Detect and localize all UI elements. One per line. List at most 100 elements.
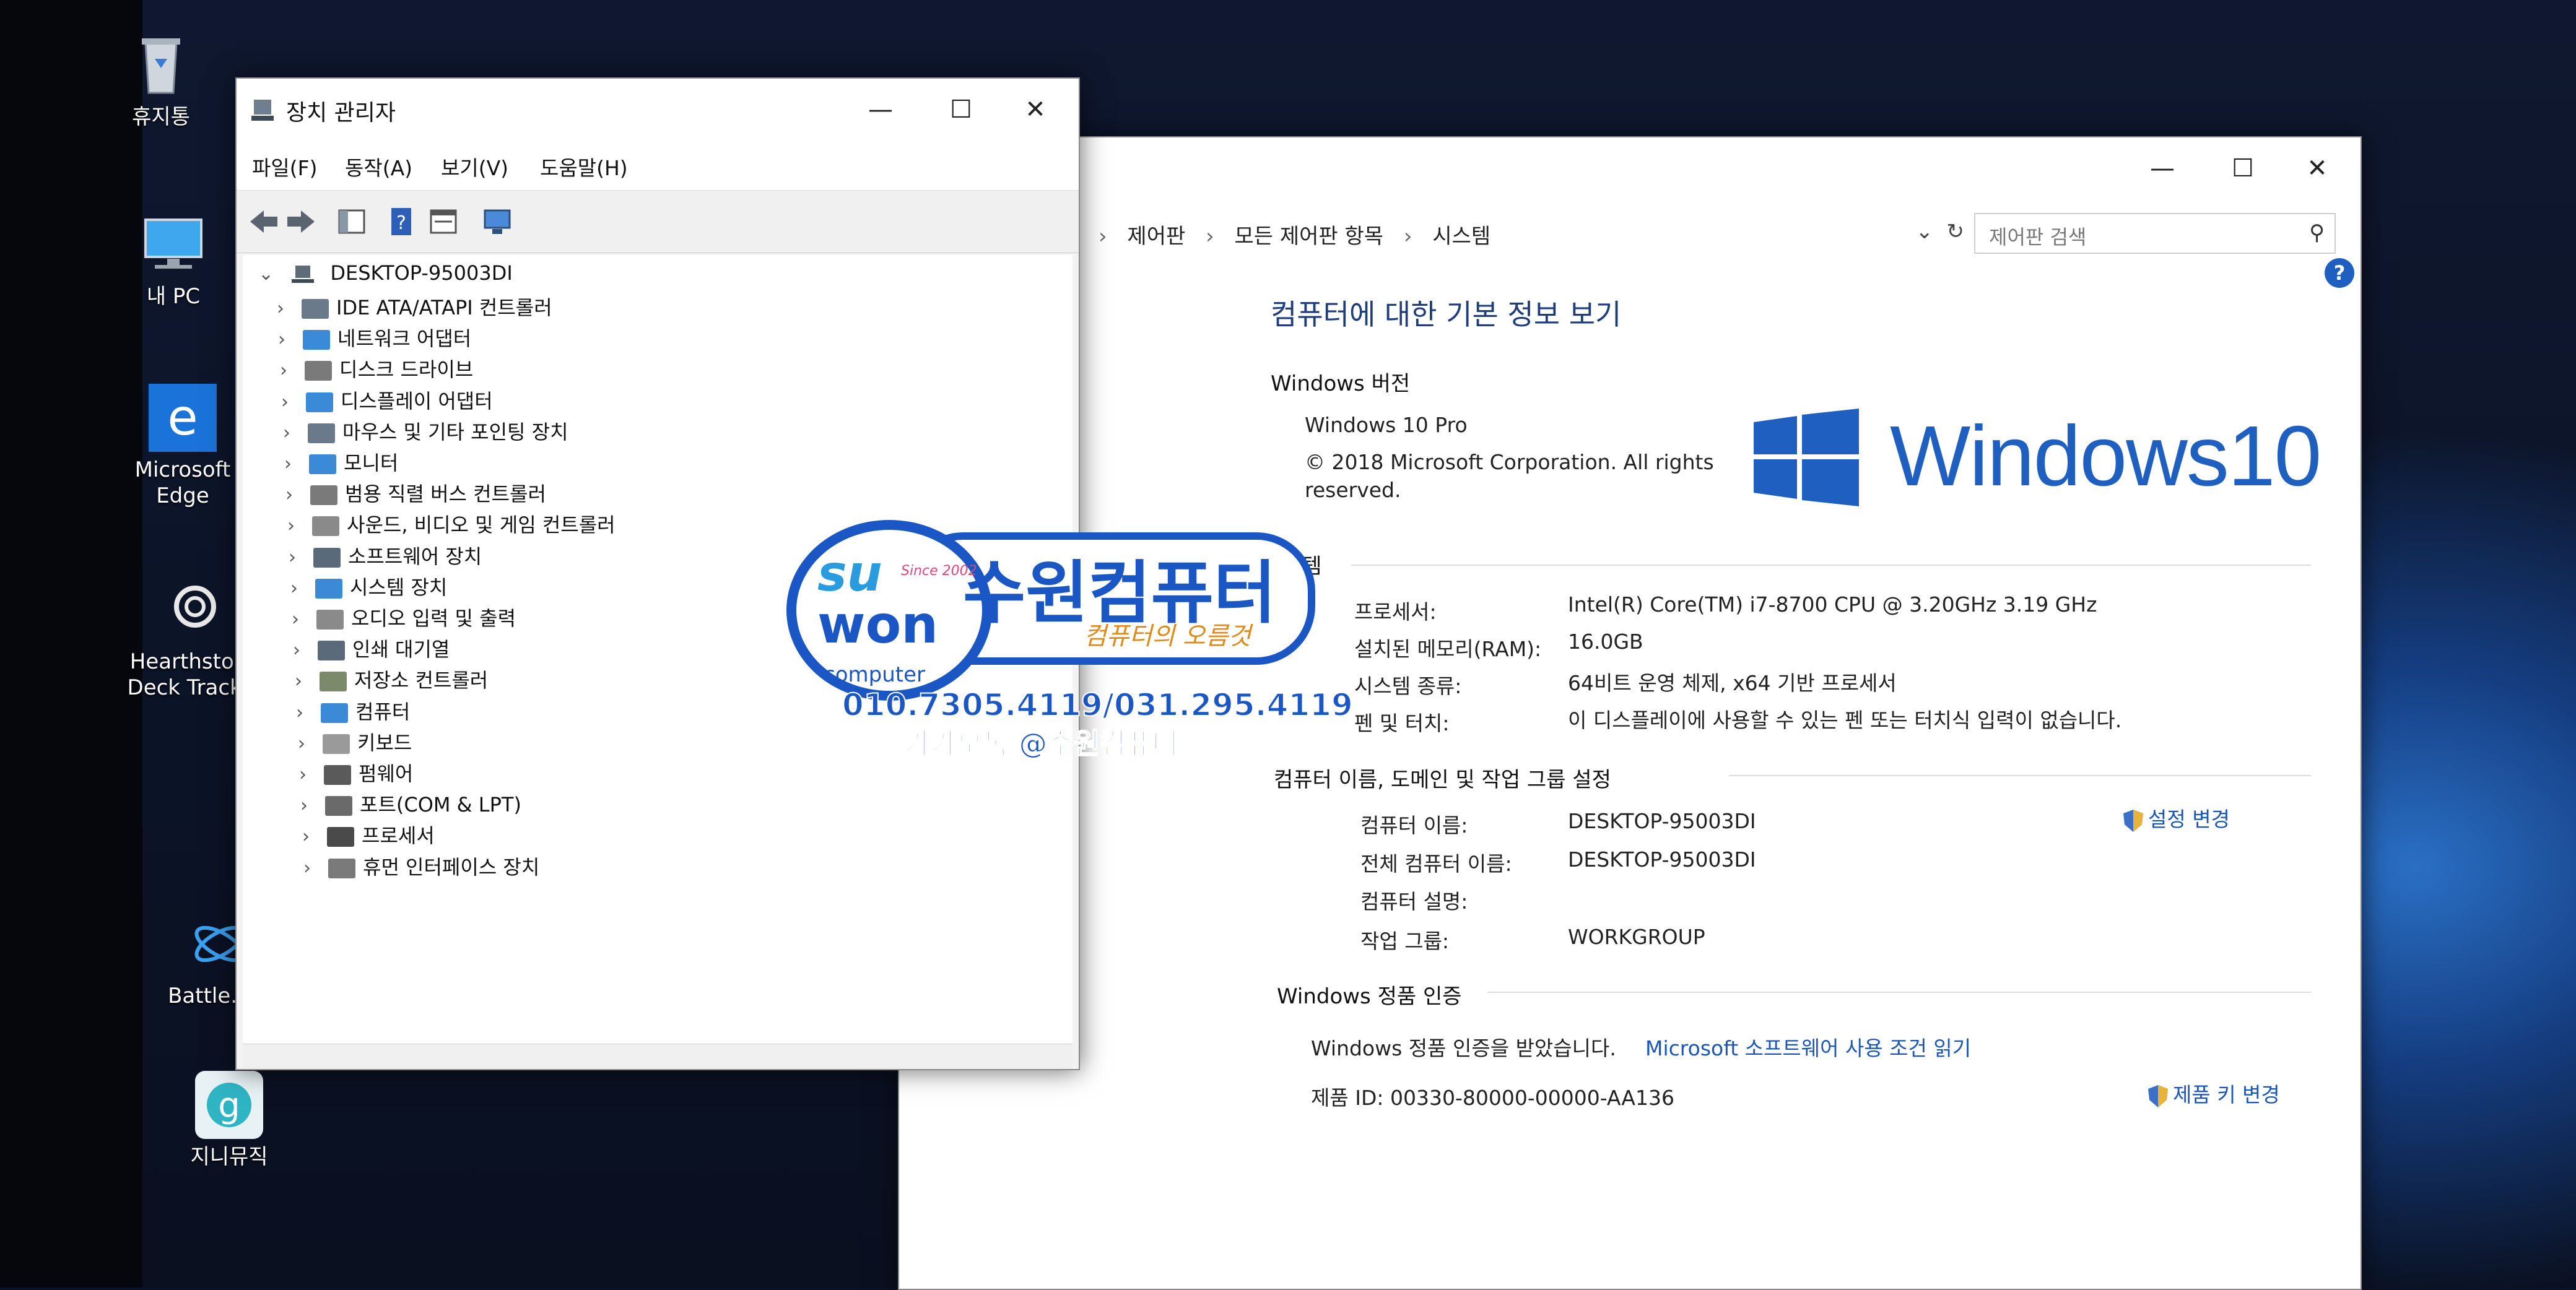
expand-chevron-icon[interactable]: › xyxy=(295,670,320,692)
tree-item[interactable]: › 오디오 입력 및 출력 xyxy=(292,603,516,634)
tree-item[interactable]: › 인쇄 대기열 xyxy=(293,634,450,665)
tree-item[interactable]: › 범용 직렬 버스 컨트롤러 xyxy=(285,478,546,509)
expand-chevron-icon[interactable]: › xyxy=(290,578,315,599)
details-view-icon[interactable] xyxy=(427,206,459,238)
svg-text:?: ? xyxy=(396,212,406,234)
expand-chevron-icon[interactable]: › xyxy=(287,515,312,537)
change-settings-label: 설정 변경 xyxy=(2148,807,2230,831)
minimize-button[interactable]: — xyxy=(2125,144,2200,193)
computer-name-value: DESKTOP-95003DI xyxy=(1568,809,1756,833)
menu-action[interactable]: 동작(A) xyxy=(345,152,412,181)
tree-item[interactable]: › 저장소 컨트롤러 xyxy=(295,665,488,696)
tree-item-label: 펌웨어 xyxy=(359,762,414,786)
page-title: 컴퓨터에 대한 기본 정보 보기 xyxy=(1271,298,1622,331)
expand-chevron-icon[interactable]: › xyxy=(283,422,308,444)
device-category-icon xyxy=(302,299,329,319)
windows-edition-heading: Windows 버전 xyxy=(1271,371,1411,396)
tree-item-label: 시스템 장치 xyxy=(350,575,448,599)
menu-file[interactable]: 파일(F) xyxy=(252,152,317,181)
menu-help[interactable]: 도움말(H) xyxy=(540,152,628,181)
tree-item[interactable]: › 사운드, 비디오 및 게임 컨트롤러 xyxy=(287,509,616,540)
tree-item[interactable]: › 포트(COM & LPT) xyxy=(300,789,521,820)
device-category-icon xyxy=(315,578,342,599)
device-category-icon xyxy=(310,485,337,506)
breadcrumb-all-items[interactable]: 모든 제어판 항목 xyxy=(1235,224,1384,249)
desktop-icon-edge[interactable]: e Microsoft Edge xyxy=(108,384,257,509)
expand-chevron-icon[interactable]: › xyxy=(289,547,313,568)
tree-item[interactable]: › 펌웨어 xyxy=(299,758,413,789)
expand-chevron-icon[interactable]: › xyxy=(292,608,316,630)
tree-item[interactable]: › 휴먼 인터페이스 장치 xyxy=(303,852,539,883)
tree-item[interactable]: › 시스템 장치 xyxy=(290,572,447,603)
tree-item[interactable]: › 네트워크 어댑터 xyxy=(278,323,471,354)
system-type-value: 64비트 운영 체제, x64 기반 프로세서 xyxy=(1568,671,1897,695)
expand-chevron-icon[interactable]: › xyxy=(280,360,305,381)
tree-item-label: 디스크 드라이브 xyxy=(339,358,474,382)
processor-label: 프로세서: xyxy=(1354,600,1437,624)
properties-pane-icon[interactable] xyxy=(336,206,368,238)
desktop-icon-this-pc[interactable]: 내 PC xyxy=(99,210,248,310)
hearthstone-swirl-icon xyxy=(161,576,229,644)
expand-chevron-icon[interactable]: › xyxy=(296,702,321,724)
desktop-icon-label: 휴지통 xyxy=(132,105,190,129)
device-category-icon xyxy=(309,454,336,474)
tree-item[interactable]: › 디스크 드라이브 xyxy=(280,354,473,385)
maximize-button[interactable]: ☐ xyxy=(924,85,998,134)
tree-item[interactable]: › 프로세서 xyxy=(302,820,435,851)
tree-item[interactable]: › IDE ATA/ATAPI 컨트롤러 xyxy=(277,292,552,323)
desktop-icon-label: Microsoft Edge xyxy=(134,457,231,508)
refresh-icon[interactable]: ↻ xyxy=(1947,219,1965,244)
expand-chevron-icon[interactable]: › xyxy=(299,764,324,786)
workgroup-label: 작업 그룹: xyxy=(1360,929,1450,953)
tree-item[interactable]: › 디스플레이 어댑터 xyxy=(281,386,493,417)
back-arrow-icon[interactable] xyxy=(248,206,280,238)
expand-chevron-icon[interactable]: › xyxy=(298,733,323,755)
expand-chevron-icon[interactable]: › xyxy=(278,329,303,350)
expand-chevron-icon[interactable]: › xyxy=(302,826,327,847)
breadcrumb-system[interactable]: 시스템 xyxy=(1432,224,1490,249)
close-button[interactable]: ✕ xyxy=(998,85,1073,134)
menu-view[interactable]: 보기(V) xyxy=(441,152,508,181)
device-category-icon xyxy=(313,547,341,568)
expand-chevron-icon[interactable]: › xyxy=(277,298,302,319)
expand-chevron-icon[interactable]: › xyxy=(300,795,325,816)
expand-chevron-icon[interactable]: › xyxy=(303,857,328,879)
forward-arrow-icon[interactable] xyxy=(285,206,317,238)
maximize-button[interactable]: ☐ xyxy=(2206,144,2280,193)
device-category-icon xyxy=(320,672,347,692)
expand-chevron-icon[interactable]: › xyxy=(281,391,306,413)
change-settings-link[interactable]: 설정 변경 xyxy=(2122,803,2230,833)
help-icon[interactable]: ? xyxy=(2325,258,2354,288)
tree-root[interactable]: ⌄ DESKTOP-95003DI xyxy=(258,261,513,292)
breadcrumb-control-panel[interactable]: 제어판 xyxy=(1127,224,1185,249)
license-terms-link[interactable]: Microsoft 소프트웨어 사용 조건 읽기 xyxy=(1645,1032,1971,1062)
device-category-icon xyxy=(323,734,350,754)
history-dropdown-icon[interactable]: ⌄ xyxy=(1916,219,1934,244)
collapse-chevron-icon[interactable]: ⌄ xyxy=(258,263,283,285)
search-input[interactable]: 제어판 검색 ⚲ xyxy=(1974,213,2336,254)
tree-item-label: 범용 직렬 버스 컨트롤러 xyxy=(345,482,546,506)
tree-item[interactable]: › 컴퓨터 xyxy=(296,696,410,727)
minimize-button[interactable]: — xyxy=(843,85,918,134)
watermark-phone: 010.7305.4119/031.295.4119 xyxy=(842,686,1354,724)
tree-item-label: 프로세서 xyxy=(362,824,435,848)
breadcrumb-separator-icon: › xyxy=(1099,224,1107,249)
expand-chevron-icon[interactable]: › xyxy=(284,453,309,475)
divider xyxy=(1487,992,2311,993)
desktop-icon-genie-music[interactable]: g 지니뮤직 xyxy=(155,1071,303,1170)
pen-touch-label: 펜 및 터치: xyxy=(1354,711,1450,735)
expand-chevron-icon[interactable]: › xyxy=(285,484,310,506)
desktop-icon-recycle-bin[interactable]: 휴지통 xyxy=(87,31,235,130)
tree-item[interactable]: › 소프트웨어 장치 xyxy=(289,541,482,572)
tree-item[interactable]: › 모니터 xyxy=(284,448,398,478)
help-book-icon[interactable]: ? xyxy=(385,206,417,238)
close-button[interactable]: ✕ xyxy=(2280,144,2354,193)
scan-hardware-icon[interactable] xyxy=(481,206,513,238)
change-product-key-link[interactable]: 제품 키 변경 xyxy=(2147,1078,2280,1109)
change-product-key-label: 제품 키 변경 xyxy=(2173,1083,2280,1107)
tree-item[interactable]: › 마우스 및 기타 포인팅 장치 xyxy=(283,417,568,448)
uac-shield-icon xyxy=(2148,1084,2168,1107)
expand-chevron-icon[interactable]: › xyxy=(293,639,318,661)
tree-item-label: 컴퓨터 xyxy=(355,699,411,724)
tree-item[interactable]: › 키보드 xyxy=(298,727,412,758)
